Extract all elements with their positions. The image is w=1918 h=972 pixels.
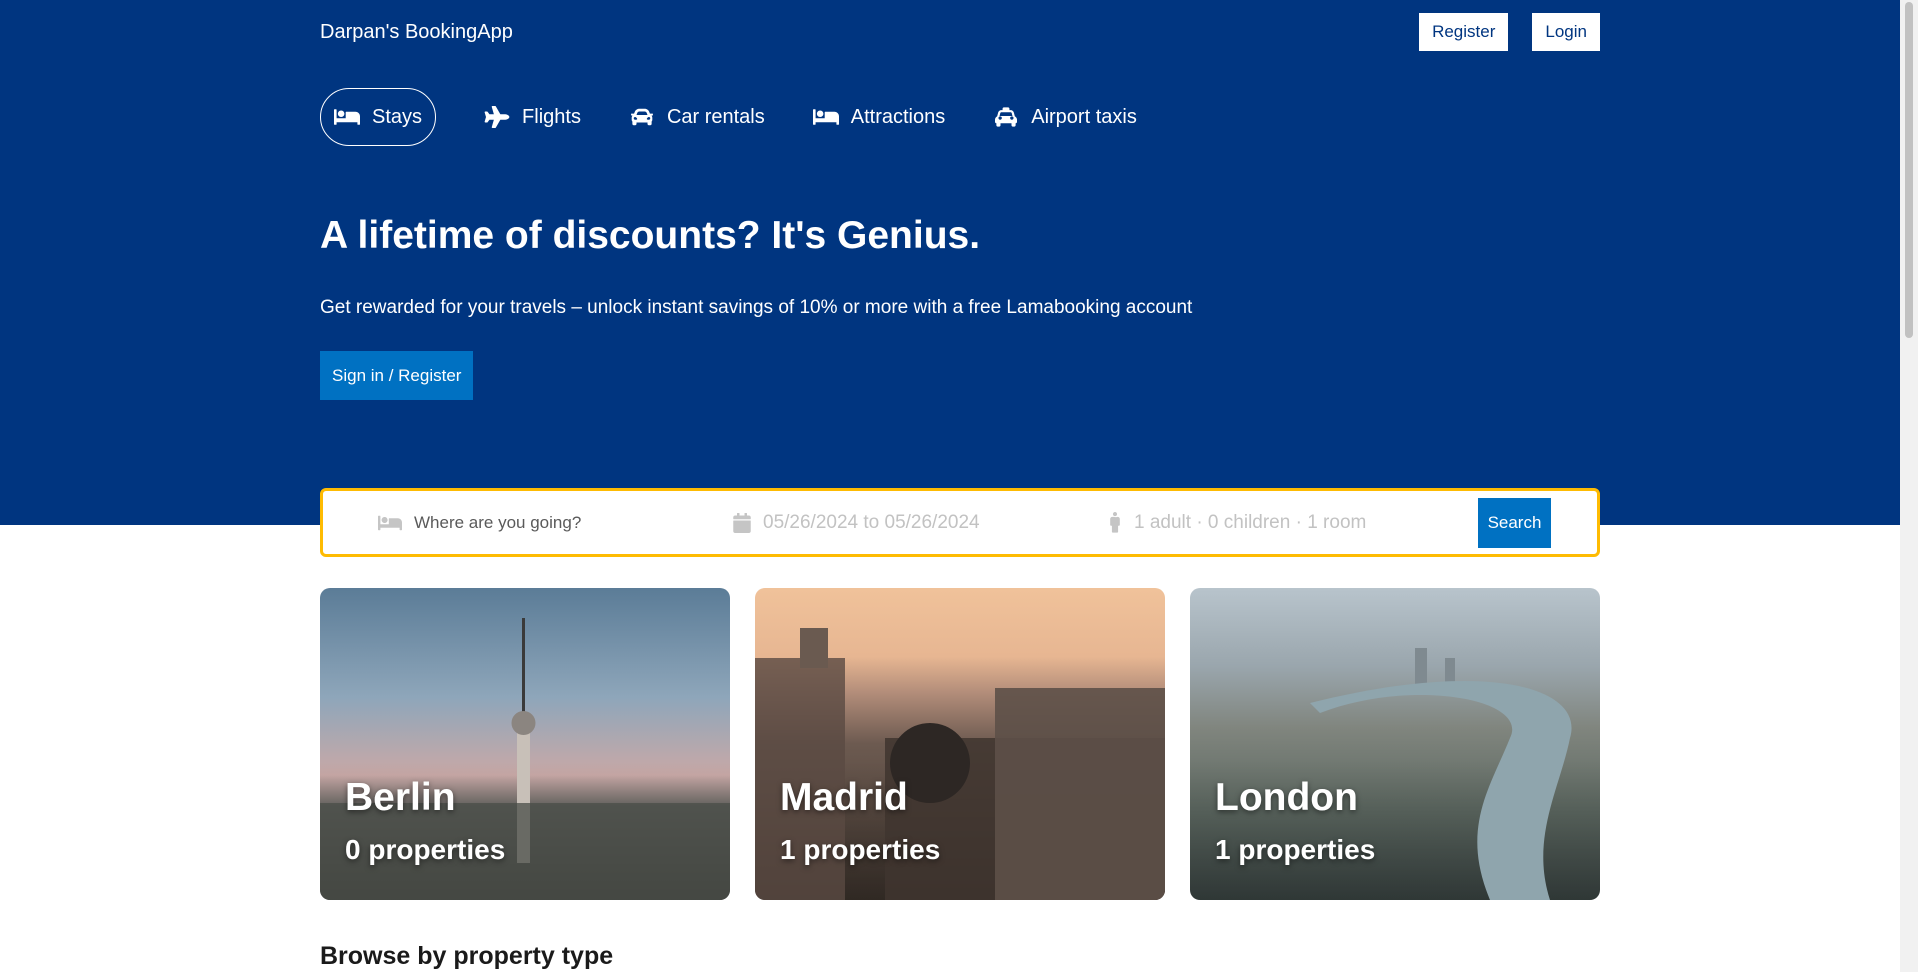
car-icon [630, 108, 653, 126]
destination-input[interactable] [414, 512, 654, 533]
sign-in-register-button[interactable]: Sign in / Register [320, 351, 474, 400]
tab-attractions[interactable]: Attractions [812, 88, 946, 146]
scrollbar-thumb[interactable] [1905, 2, 1913, 338]
register-button[interactable]: Register [1419, 13, 1509, 51]
navbar: Darpan's BookingApp Register Login [320, 12, 1600, 52]
search-bar: 05/26/2024 to 05/26/2024 1 adult · 0 chi… [320, 488, 1600, 557]
tab-flights[interactable]: Flights [484, 88, 581, 146]
header-banner [0, 0, 1900, 525]
featured-cities: Berlin 0 properties Madrid 1 properties … [320, 588, 1600, 900]
city-card-london[interactable]: London 1 properties [1190, 588, 1600, 900]
options-text: 1 adult · 0 children · 1 room [1134, 511, 1367, 533]
tab-label: Stays [372, 105, 423, 128]
nav-actions: Register Login [1419, 13, 1600, 51]
page-scrollbar[interactable] [1900, 0, 1918, 972]
bed-icon [334, 109, 360, 125]
tab-label: Flights [522, 105, 581, 128]
tab-car-rentals[interactable]: Car rentals [629, 88, 765, 146]
tab-label: Car rentals [666, 105, 765, 128]
bed-icon [378, 515, 402, 530]
options-field[interactable]: 1 adult · 0 children · 1 room [1108, 511, 1478, 534]
city-properties: 1 properties [780, 834, 941, 865]
tab-stays[interactable]: Stays [320, 88, 437, 146]
tab-label: Airport taxis [1031, 105, 1137, 128]
taxi-icon [995, 107, 1018, 127]
browse-property-type-title: Browse by property type [320, 942, 614, 970]
hero-title: A lifetime of discounts? It's Genius. [320, 214, 981, 257]
city-name: Berlin [345, 776, 456, 819]
search-button[interactable]: Search [1478, 497, 1551, 548]
tab-airport-taxis[interactable]: Airport taxis [993, 88, 1137, 146]
city-name: London [1215, 776, 1358, 819]
destination-field[interactable] [378, 512, 733, 533]
city-card-madrid[interactable]: Madrid 1 properties [755, 588, 1165, 900]
date-range-text: 05/26/2024 to 05/26/2024 [763, 511, 980, 533]
city-name: Madrid [780, 776, 908, 819]
bed-icon [812, 109, 839, 125]
city-properties: 1 properties [1215, 834, 1376, 865]
date-field[interactable]: 05/26/2024 to 05/26/2024 [733, 512, 1108, 534]
city-properties: 0 properties [345, 834, 506, 865]
category-tabs: Stays Flights Car rentals Attractions Ai… [320, 88, 1600, 146]
hero-description: Get rewarded for your travels – unlock i… [320, 297, 1193, 318]
person-icon [1110, 511, 1120, 533]
city-card-berlin[interactable]: Berlin 0 properties [320, 588, 730, 900]
tab-label: Attractions [850, 105, 946, 128]
plane-icon [484, 106, 510, 128]
login-button[interactable]: Login [1532, 13, 1600, 51]
calendar-icon [733, 512, 751, 533]
app-logo[interactable]: Darpan's BookingApp [320, 21, 513, 44]
